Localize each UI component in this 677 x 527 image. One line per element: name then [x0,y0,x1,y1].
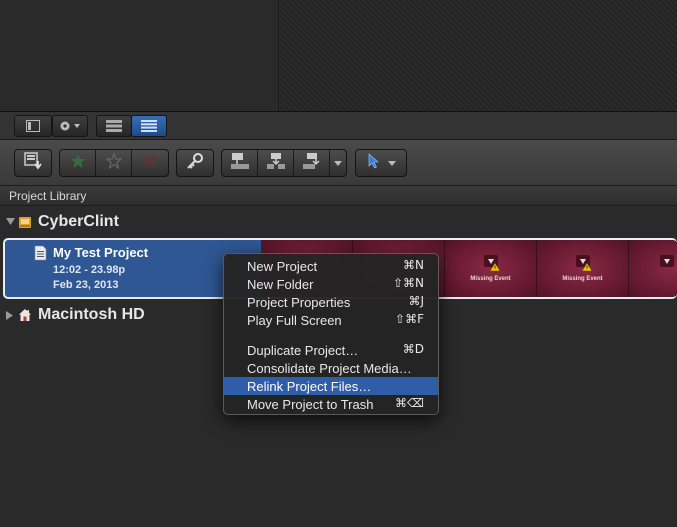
menu-item-project-properties[interactable]: Project Properties ⌘J [224,293,438,311]
edit-group [221,149,347,177]
menu-item-duplicate-project[interactable]: Duplicate Project… ⌘D [224,341,438,359]
keyword-group [176,149,214,177]
menu-item-shortcut: ⌘⌫ [395,396,424,410]
connect-clip-icon [230,152,250,175]
project-name: My Test Project [53,245,149,260]
menu-item-label: Move Project to Trash [247,396,374,412]
menu-item-play-full-screen[interactable]: Play Full Screen ⇧⌘F [224,311,438,329]
menu-item-label: Duplicate Project… [247,342,359,358]
import-group [14,149,52,177]
insert-button[interactable] [258,150,294,176]
append-clip-icon [302,152,322,175]
context-menu: New Project ⌘N New Folder ⇧⌘N Project Pr… [223,253,439,415]
unrate-star-icon [104,151,123,174]
external-drive-icon [18,215,32,229]
missing-event-label: Missing Event [470,276,511,282]
chevron-down-icon [388,154,396,172]
list-view-button[interactable] [131,115,167,137]
rating-group [59,149,169,177]
sidebar-toggle-icon [26,120,40,132]
keyword-key-icon [186,152,204,175]
volume-name: CyberClint [38,213,119,230]
list-view-icon [141,120,157,132]
project-duration: 12:02 - 23.98p [53,264,126,276]
menu-item-move-to-trash[interactable]: Move Project to Trash ⌘⌫ [224,395,438,413]
filmstrip-view-icon [106,120,122,132]
unrate-button[interactable] [96,150,132,176]
select-tool-button[interactable] [356,150,406,176]
menu-item-label: Play Full Screen [247,312,342,328]
menu-item-label: Project Properties [247,294,351,310]
menu-item-shortcut: ⇧⌘F [395,312,424,326]
gear-icon [59,120,81,132]
missing-clip-thumbnail[interactable]: Missing Event [445,240,537,297]
keyword-button[interactable] [177,150,213,176]
menu-item-shortcut: ⌘J [408,294,424,308]
favorite-button[interactable] [60,150,96,176]
project-library-title: Project Library [9,189,87,203]
menu-item-label: Consolidate Project Media… [247,360,412,376]
action-menu-button[interactable] [52,115,88,137]
menu-item-new-project[interactable]: New Project ⌘N [224,257,438,275]
insert-clip-icon [266,152,286,175]
import-button[interactable] [15,150,51,176]
menu-item-consolidate-media[interactable]: Consolidate Project Media… [224,359,438,377]
reject-button[interactable] [132,150,168,176]
menu-item-relink-project-files[interactable]: Relink Project Files… [224,377,438,395]
import-icon [24,151,42,175]
volume-name: Macintosh HD [38,306,145,323]
reject-x-icon [143,154,157,173]
project-document-icon [34,245,47,261]
menu-item-label: New Project [247,258,318,274]
missing-event-warning-icon [659,254,677,272]
filmstrip-view-button[interactable] [96,115,132,137]
volume-row-cyberclint[interactable]: CyberClint [0,211,119,233]
menu-item-label: New Folder [247,276,314,292]
browser-toolbar [0,112,677,140]
home-folder-icon [18,308,32,322]
missing-clip-thumbnail[interactable] [629,240,677,297]
missing-event-label: Missing Event [562,276,603,282]
viewer-pane [280,0,677,111]
disclosure-triangle-collapsed-icon[interactable] [4,309,16,321]
menu-item-shortcut: ⌘N [403,258,424,272]
tool-group [355,149,407,177]
project-library-header: Project Library [0,186,677,206]
menu-item-shortcut: ⌘D [402,342,424,356]
append-button[interactable] [294,150,330,176]
main-toolbar [0,140,677,186]
connect-button[interactable] [222,150,258,176]
event-browser-pane [0,0,279,111]
chevron-down-icon [334,154,342,172]
missing-event-warning-icon [575,254,593,272]
favorite-star-icon [70,153,86,174]
volume-row-macintosh-hd[interactable]: Macintosh HD [0,304,145,326]
menu-item-label: Relink Project Files… [247,378,372,394]
menu-item-shortcut: ⇧⌘N [392,276,424,290]
missing-event-warning-icon [483,254,501,272]
project-date: Feb 23, 2013 [53,279,119,291]
menu-separator [224,329,438,341]
menu-item-new-folder[interactable]: New Folder ⇧⌘N [224,275,438,293]
select-arrow-icon [368,152,380,174]
missing-clip-thumbnail[interactable]: Missing Event [537,240,629,297]
edit-options-dropdown[interactable] [330,150,346,176]
sidebar-toggle-button[interactable] [14,115,52,137]
disclosure-triangle-expanded-icon[interactable] [4,216,16,228]
